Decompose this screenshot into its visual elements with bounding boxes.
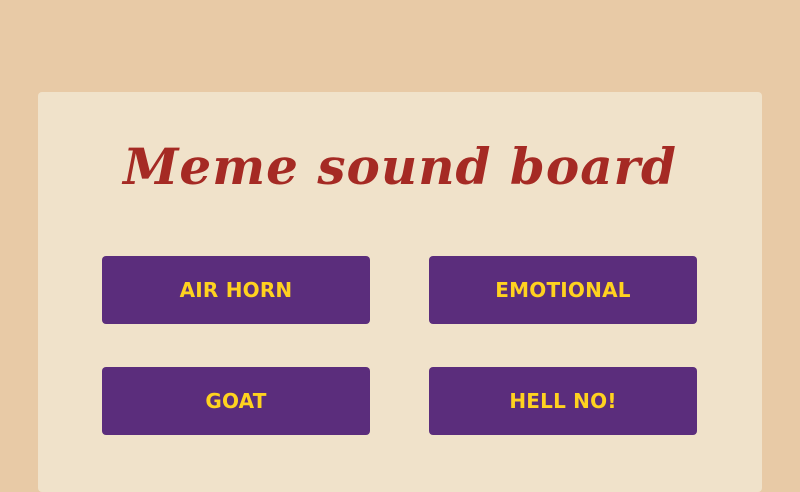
page-title: Meme sound board	[123, 137, 677, 196]
hell-no-button[interactable]: HELL NO!	[429, 367, 697, 435]
goat-button[interactable]: GOAT	[102, 367, 370, 435]
air-horn-button[interactable]: AIR HORN	[102, 256, 370, 324]
emotional-button[interactable]: EMOTIONAL	[429, 256, 697, 324]
